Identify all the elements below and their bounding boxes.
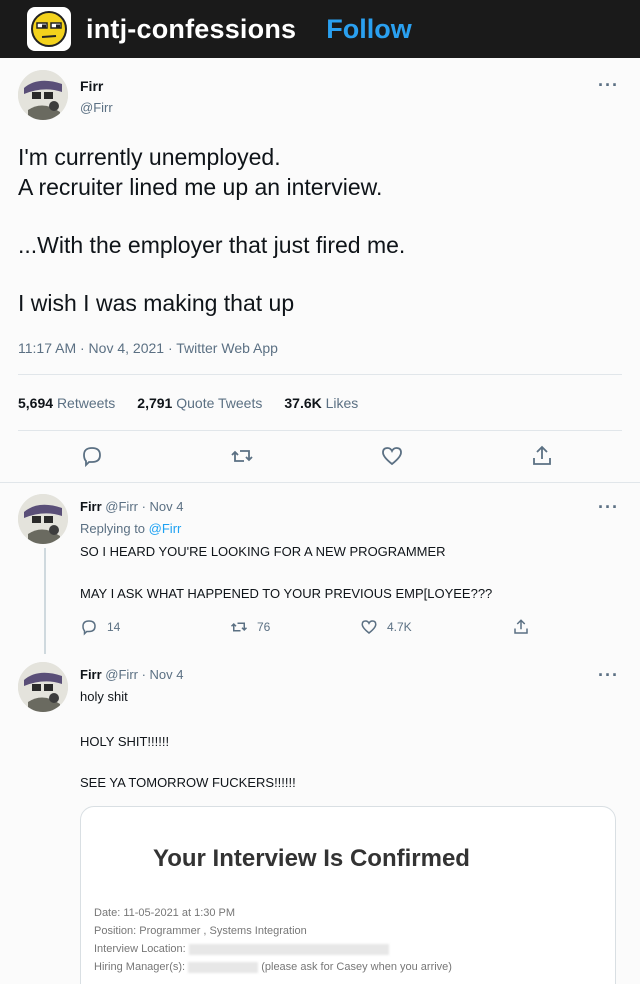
- heart-icon[interactable]: [380, 444, 404, 468]
- author-avatar[interactable]: [18, 70, 68, 120]
- follow-button[interactable]: Follow: [326, 14, 411, 45]
- post-content: Firr @Firr ··· I'm currently unemployed.…: [0, 58, 640, 984]
- divider: [18, 430, 622, 431]
- author-name[interactable]: Firr: [80, 78, 103, 94]
- share-icon[interactable]: [512, 618, 530, 636]
- replying-to: Replying to @Firr: [80, 521, 182, 536]
- author-handle[interactable]: @Firr: [80, 100, 113, 115]
- tweet-stats: 5,694 Retweets 2,791 Quote Tweets 37.6K …: [18, 395, 380, 411]
- like-count[interactable]: 37.6K Likes: [284, 395, 358, 411]
- attached-image[interactable]: Your Interview Is Confirmed Date: 11-05-…: [80, 806, 616, 984]
- retweet-button[interactable]: 76: [230, 618, 270, 636]
- reply-icon[interactable]: [80, 444, 104, 468]
- tweet-line: I'm currently unemployed.: [18, 144, 281, 170]
- unamused-face-icon: [31, 11, 67, 47]
- more-icon[interactable]: ···: [598, 666, 619, 684]
- retweet-count: 76: [257, 620, 271, 634]
- more-icon[interactable]: ···: [598, 498, 619, 516]
- email-location: Interview Location:: [94, 943, 389, 955]
- like-button[interactable]: 4.7K: [360, 618, 412, 636]
- reply-header[interactable]: Firr @Firr · Nov 4: [80, 667, 184, 682]
- retweet-icon: [230, 622, 248, 632]
- email-date: Date: 11-05-2021 at 1:30 PM: [94, 907, 236, 919]
- reply-text: SEE YA TOMORROW FUCKERS!!!!!!: [80, 775, 296, 790]
- like-count: 4.7K: [387, 620, 412, 634]
- avatar-illustration-icon: [18, 494, 68, 544]
- reply-header[interactable]: Firr @Firr · Nov 4: [80, 499, 184, 514]
- reply-text: HOLY SHIT!!!!!!: [80, 734, 170, 749]
- tweet-line: ...With the employer that just fired me.: [18, 232, 406, 258]
- quote-count[interactable]: 2,791 Quote Tweets: [137, 395, 262, 411]
- email-manager: Hiring Manager(s): (please ask for Casey…: [94, 961, 452, 973]
- avatar-illustration-icon: [18, 70, 68, 120]
- blog-avatar[interactable]: [27, 7, 71, 51]
- tweet-line: I wish I was making that up: [18, 290, 295, 316]
- retweet-count[interactable]: 5,694 Retweets: [18, 395, 115, 411]
- blog-name[interactable]: intj-confessions: [86, 14, 296, 45]
- reply-author-avatar[interactable]: [18, 662, 68, 712]
- reply-text: MAY I ASK WHAT HAPPENED TO YOUR PREVIOUS…: [80, 586, 493, 601]
- email-title: Your Interview Is Confirmed: [153, 845, 470, 872]
- tweet-timestamp[interactable]: 11:17 AM · Nov 4, 2021 · Twitter Web App: [18, 340, 278, 356]
- reply-text: holy shit: [80, 689, 128, 704]
- reply-icon: [82, 620, 96, 636]
- divider: [0, 482, 640, 483]
- email-position: Position: Programmer , Systems Integrati…: [94, 925, 307, 937]
- more-icon[interactable]: ···: [598, 76, 619, 94]
- reply-button[interactable]: 14: [80, 618, 120, 636]
- divider: [18, 374, 622, 375]
- top-bar: intj-confessions Follow: [0, 0, 640, 58]
- heart-icon: [361, 620, 377, 634]
- share-icon[interactable]: [530, 444, 554, 468]
- redacted-location: [188, 943, 389, 955]
- reply-author-avatar[interactable]: [18, 494, 68, 544]
- retweet-icon[interactable]: [230, 444, 254, 468]
- tweet-line: A recruiter lined me up an interview.: [18, 174, 383, 200]
- reply-text: SO I HEARD YOU'RE LOOKING FOR A NEW PROG…: [80, 544, 446, 559]
- reply-count: 14: [107, 620, 121, 634]
- replying-to-link[interactable]: @Firr: [149, 521, 182, 536]
- redacted-manager: [188, 961, 259, 973]
- thread-line: [44, 548, 46, 654]
- avatar-illustration-icon: [18, 662, 68, 712]
